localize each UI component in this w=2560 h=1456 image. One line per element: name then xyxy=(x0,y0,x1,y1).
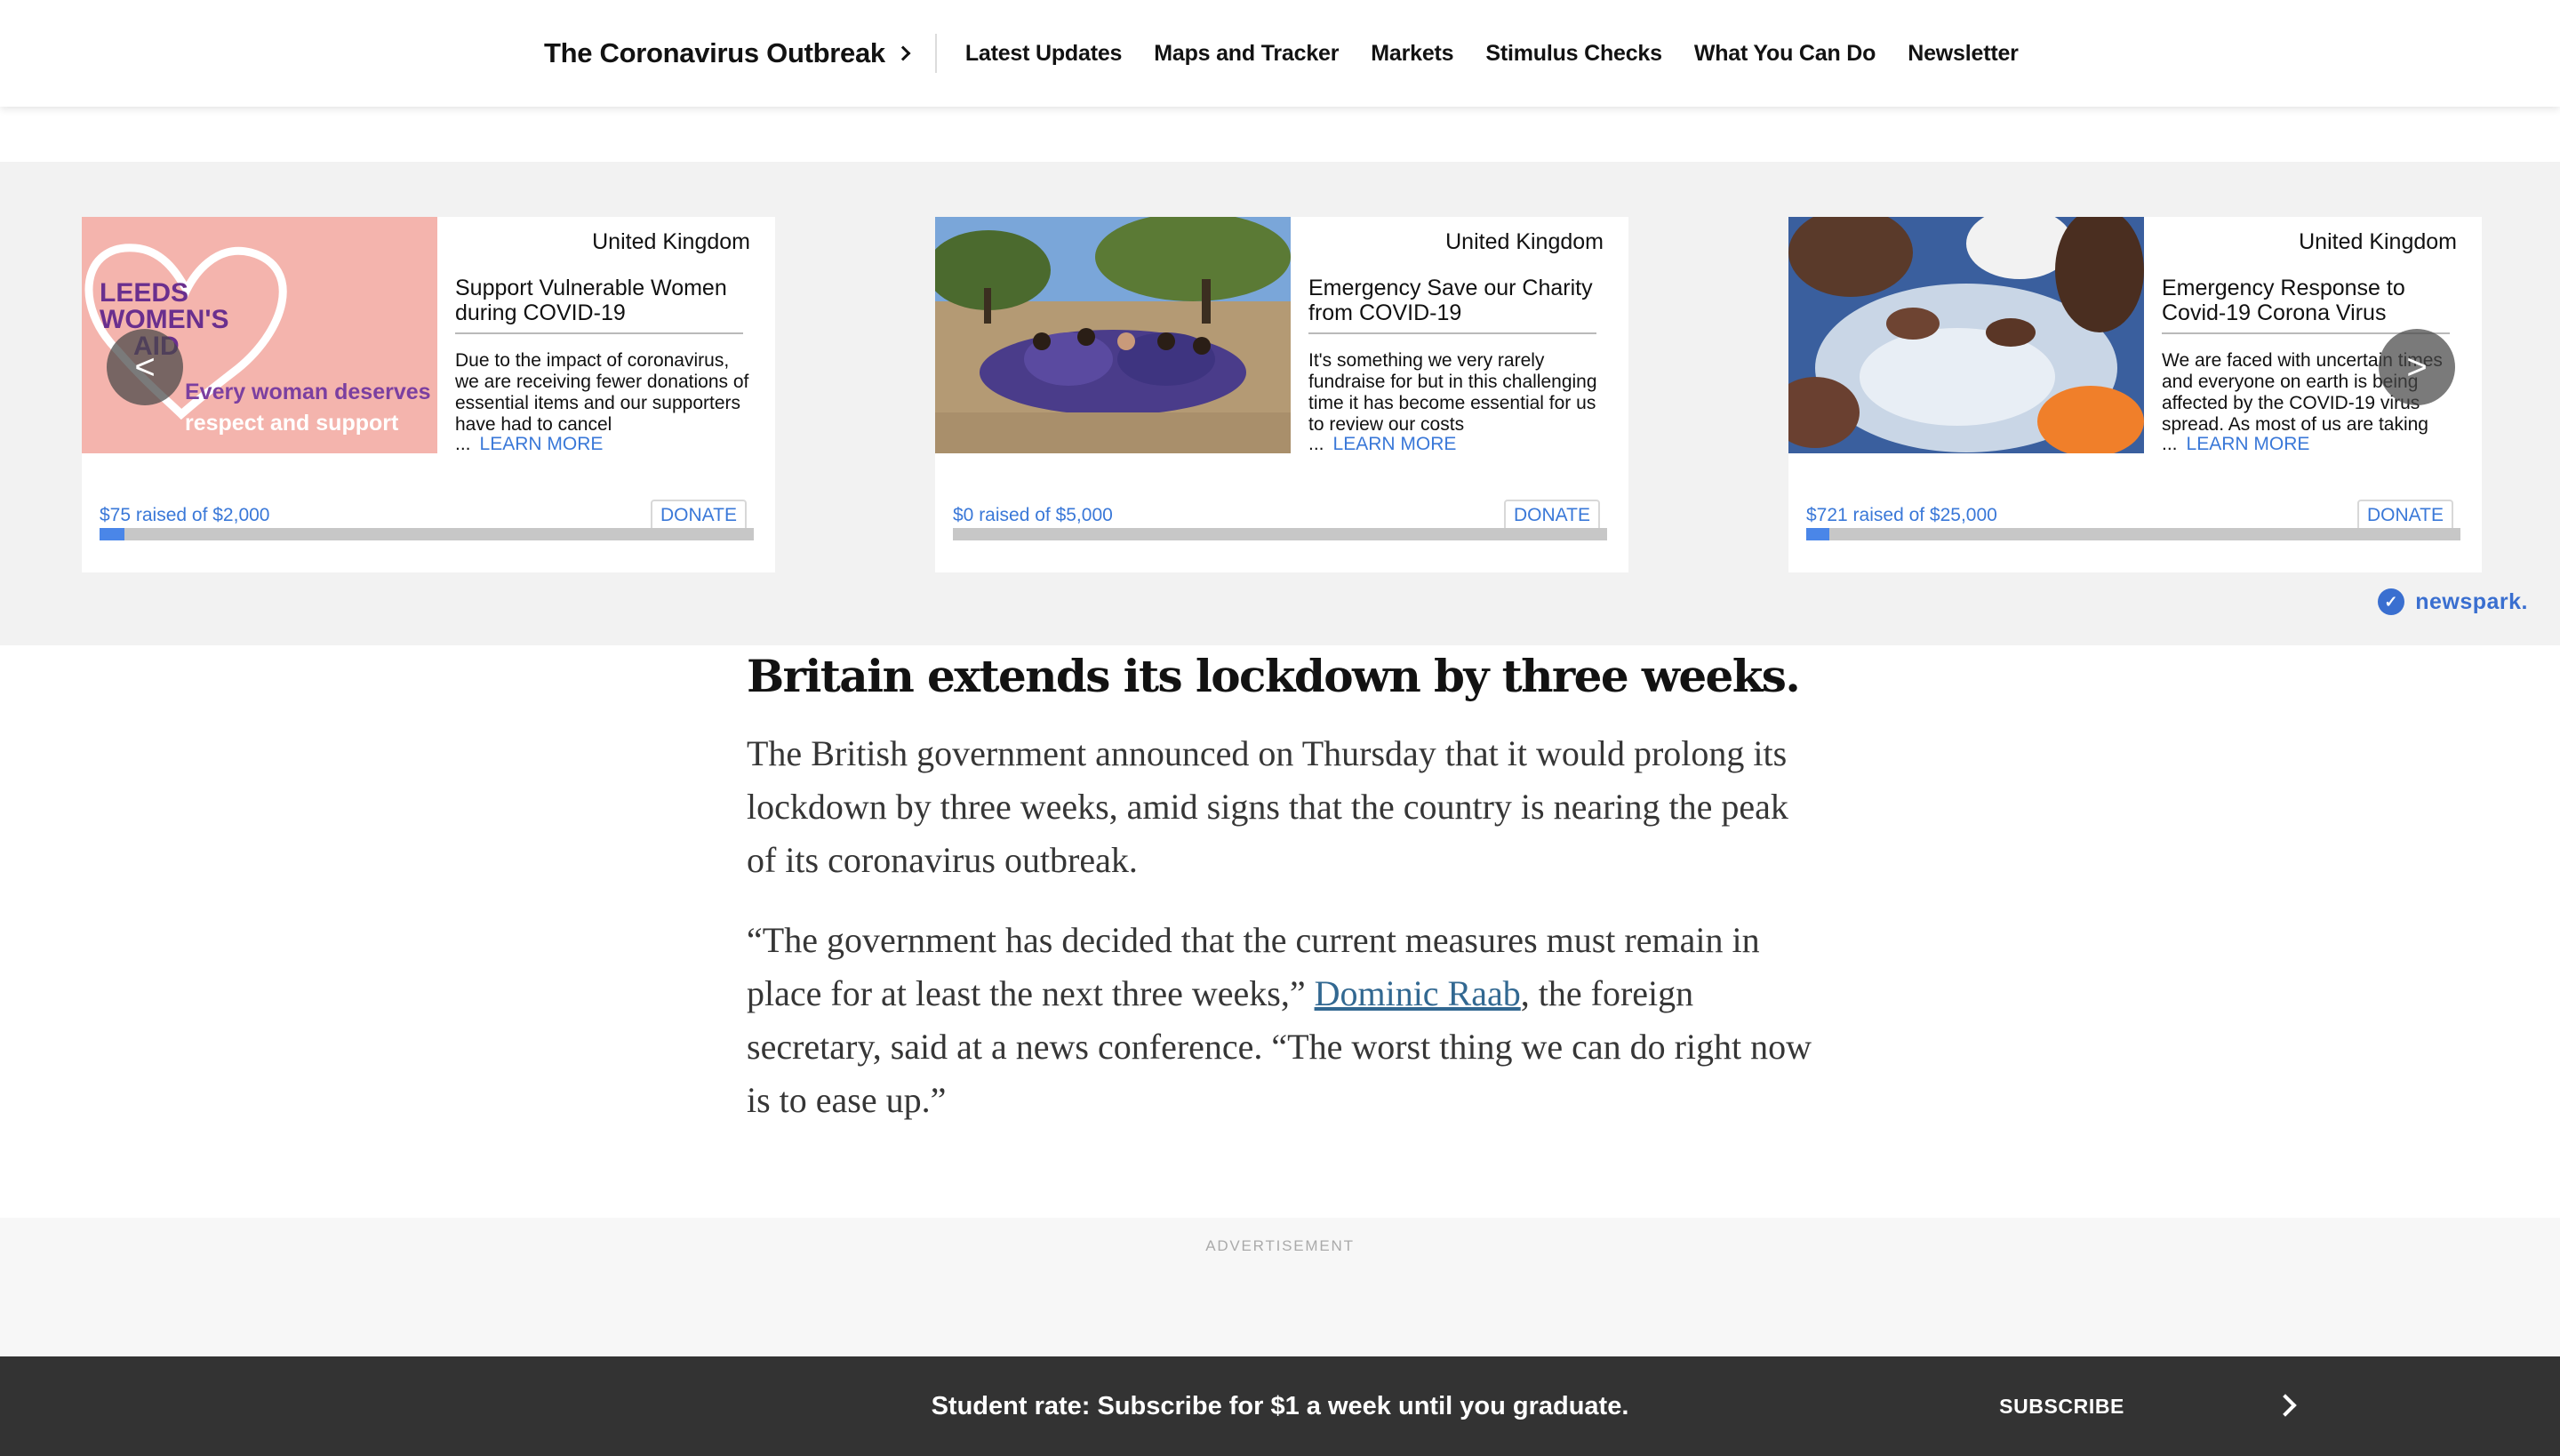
image-tagline-2: respect and support xyxy=(185,411,399,436)
card-description: It's something we very rarely fundraise … xyxy=(1308,350,1597,435)
dominic-raab-link[interactable]: Dominic Raab xyxy=(1315,973,1521,1013)
donate-button[interactable]: DONATE xyxy=(651,500,747,532)
ellipsis: ... xyxy=(2162,434,2178,454)
logo-line-2: WOMEN'S xyxy=(100,305,228,334)
learn-more-link[interactable]: ... LEARN MORE xyxy=(2162,434,2309,455)
nav-link-maps-tracker[interactable]: Maps and Tracker xyxy=(1154,41,1339,67)
nav-link-newsletter[interactable]: Newsletter xyxy=(1908,41,2019,67)
article-paragraph-quote: “The government has decided that the cur… xyxy=(747,914,1822,1127)
advertisement-slot: ADVERTISEMENT xyxy=(0,1218,2560,1356)
children-group-photo xyxy=(935,217,1291,453)
raised-amount: $721 raised of $25,000 xyxy=(1806,505,1997,525)
learn-more-link[interactable]: ... LEARN MORE xyxy=(1308,434,1456,455)
section-nav-bar: The Coronavirus Outbreak Latest Updates … xyxy=(0,0,2560,107)
card-description: Due to the impact of coronavirus, we are… xyxy=(455,350,749,435)
nav-link-markets[interactable]: Markets xyxy=(1371,41,1453,67)
subscription-banner[interactable]: Student rate: Subscribe for $1 a week un… xyxy=(0,1356,2560,1456)
progress-bar xyxy=(1806,528,2460,540)
newspark-logo-icon: ✓ xyxy=(2378,588,2405,615)
learn-more-label: LEARN MORE xyxy=(479,434,604,454)
nav-link-stimulus-checks[interactable]: Stimulus Checks xyxy=(1485,41,1662,67)
nav-divider xyxy=(934,34,937,73)
charity-card[interactable]: United Kingdom Emergency Save our Charit… xyxy=(935,217,1628,572)
image-tagline-1: Every woman deserves xyxy=(185,380,431,404)
newspark-label: newspark. xyxy=(2415,588,2528,614)
chevron-right-icon: > xyxy=(2406,347,2428,387)
article-body: Britain extends its lockdown by three we… xyxy=(747,645,1822,1127)
ellipsis: ... xyxy=(455,434,471,454)
progress-bar xyxy=(100,528,754,540)
ellipsis: ... xyxy=(1308,434,1324,454)
handwashing-photo xyxy=(1788,217,2144,453)
card-title[interactable]: Emergency Response to Covid-19 Corona Vi… xyxy=(2162,276,2450,334)
charity-card[interactable]: United Kingdom Emergency Response to Cov… xyxy=(1788,217,2482,572)
nav-title-label: The Coronavirus Outbreak xyxy=(544,37,885,68)
card-title[interactable]: Support Vulnerable Women during COVID-19 xyxy=(455,276,743,334)
card-region: United Kingdom xyxy=(592,229,750,254)
student-rate-promo[interactable]: Student rate: Subscribe for $1 a week un… xyxy=(0,1356,2560,1456)
newspark-brand[interactable]: ✓ newspark. xyxy=(2378,588,2528,615)
card-region: United Kingdom xyxy=(1445,229,1604,254)
charity-image-handwashing xyxy=(1788,217,2144,453)
advertisement-label: ADVERTISEMENT xyxy=(1205,1237,1355,1254)
subscribe-button[interactable]: SUBSCRIBE xyxy=(1999,1356,2124,1456)
charity-carousel: LEEDS WOMEN'S AID Every woman deserves r… xyxy=(0,162,2560,645)
progress-bar xyxy=(953,528,1607,540)
donate-button[interactable]: DONATE xyxy=(2357,500,2453,532)
card-region: United Kingdom xyxy=(2299,229,2457,254)
chevron-left-icon: < xyxy=(134,347,156,387)
charity-card[interactable]: LEEDS WOMEN'S AID Every woman deserves r… xyxy=(82,217,775,572)
carousel-prev-arrow[interactable]: < xyxy=(107,329,183,405)
chevron-right-icon xyxy=(895,45,911,61)
raised-amount: $0 raised of $5,000 xyxy=(953,505,1113,525)
progress-fill xyxy=(100,528,124,540)
article-paragraph: The British government announced on Thur… xyxy=(747,733,1788,880)
logo-line-1: LEEDS xyxy=(100,278,188,308)
learn-more-label: LEARN MORE xyxy=(2186,434,2310,454)
donate-button[interactable]: DONATE xyxy=(1504,500,1600,532)
nav-link-what-you-can-do[interactable]: What You Can Do xyxy=(1694,41,1876,67)
learn-more-label: LEARN MORE xyxy=(1332,434,1457,454)
learn-more-link[interactable]: ... LEARN MORE xyxy=(455,434,603,455)
nav-link-latest-updates[interactable]: Latest Updates xyxy=(965,41,1123,67)
charity-image-children-group xyxy=(935,217,1291,453)
card-title[interactable]: Emergency Save our Charity from COVID-19 xyxy=(1308,276,1596,334)
raised-amount: $75 raised of $2,000 xyxy=(100,505,270,525)
carousel-next-arrow[interactable]: > xyxy=(2379,329,2455,405)
coronavirus-outbreak-link[interactable]: The Coronavirus Outbreak xyxy=(544,37,911,69)
article-headline: Britain extends its lockdown by three we… xyxy=(747,650,1801,702)
progress-fill xyxy=(1806,528,1829,540)
